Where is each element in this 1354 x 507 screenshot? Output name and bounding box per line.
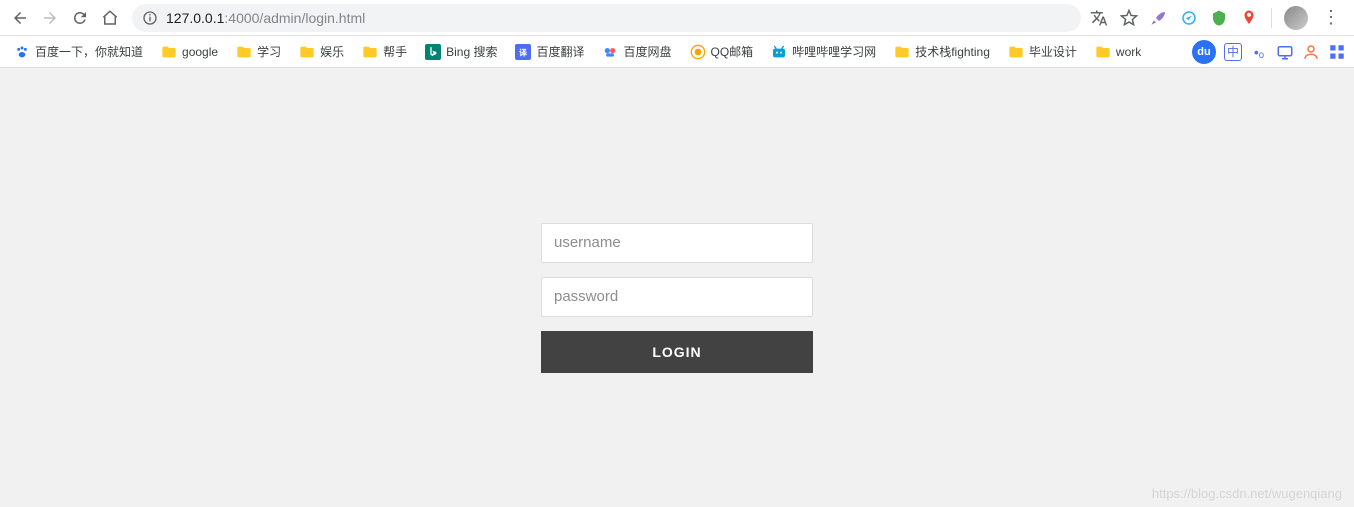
bookmark-tech[interactable]: 技术栈fighting xyxy=(888,40,996,63)
login-form: LOGIN xyxy=(541,223,813,373)
watermark-text: https://blog.csdn.net/wugenqiang xyxy=(1152,486,1342,501)
person-ext-icon[interactable] xyxy=(1302,43,1320,61)
zhong-icon[interactable]: 中 xyxy=(1224,43,1242,61)
star-icon[interactable] xyxy=(1119,8,1139,28)
bookmark-bing[interactable]: Bing 搜索 xyxy=(419,40,503,63)
baidu-translate-icon: 译 xyxy=(515,44,531,60)
bookmarks-bar: 百度一下，你就知道 google 学习 娱乐 帮手 Bing 搜索 译 百度翻译… xyxy=(0,36,1354,68)
bookmark-label: 哔哩哔哩学习网 xyxy=(792,43,876,60)
bilibili-icon xyxy=(771,44,787,60)
bookmarks-right: du 中 •ₒ xyxy=(1192,40,1346,64)
qqmail-icon xyxy=(690,44,706,60)
folder-icon xyxy=(1008,44,1024,60)
feather-ext-icon[interactable] xyxy=(1149,8,1169,28)
svg-text:译: 译 xyxy=(519,47,528,57)
baidu-pan-icon xyxy=(602,44,618,60)
login-button[interactable]: LOGIN xyxy=(541,331,813,373)
bookmark-google[interactable]: google xyxy=(155,41,224,63)
pin-ext-icon[interactable] xyxy=(1239,8,1259,28)
url-text: 127.0.0.1:4000/admin/login.html xyxy=(166,10,365,26)
bookmark-qqmail[interactable]: QQ邮箱 xyxy=(684,40,760,63)
back-button[interactable] xyxy=(6,4,34,32)
site-info-icon[interactable] xyxy=(142,10,158,26)
url-host: 127.0.0.1 xyxy=(166,10,224,26)
bookmark-label: QQ邮箱 xyxy=(711,43,754,60)
bookmark-baidu[interactable]: 百度一下，你就知道 xyxy=(8,40,149,63)
username-input[interactable] xyxy=(541,223,813,263)
bookmark-helper[interactable]: 帮手 xyxy=(356,40,413,63)
bing-icon xyxy=(425,44,441,60)
page-content: LOGIN https://blog.csdn.net/wugenqiang xyxy=(0,68,1354,507)
folder-icon xyxy=(161,44,177,60)
shield-ext-icon[interactable] xyxy=(1209,8,1229,28)
bookmark-baidu-translate[interactable]: 译 百度翻译 xyxy=(509,40,590,63)
bookmark-graduation[interactable]: 毕业设计 xyxy=(1002,40,1083,63)
bookmark-baidu-pan[interactable]: 百度网盘 xyxy=(596,40,677,63)
bookmark-entertainment[interactable]: 娱乐 xyxy=(293,40,350,63)
bookmark-label: 百度一下，你就知道 xyxy=(35,43,143,60)
bookmark-label: 学习 xyxy=(257,43,281,60)
dots-ext-icon[interactable]: •ₒ xyxy=(1250,43,1268,61)
bookmark-label: work xyxy=(1116,45,1141,59)
bookmark-bilibili[interactable]: 哔哩哔哩学习网 xyxy=(765,40,882,63)
sync-ext-icon[interactable] xyxy=(1179,8,1199,28)
grid-ext-icon[interactable] xyxy=(1328,43,1346,61)
bookmark-label: 百度网盘 xyxy=(623,43,671,60)
bookmark-label: google xyxy=(182,45,218,59)
browser-toolbar: 127.0.0.1:4000/admin/login.html ⋮ xyxy=(0,0,1354,36)
url-path: :4000/admin/login.html xyxy=(224,10,365,26)
toolbar-right: ⋮ xyxy=(1089,6,1348,30)
bookmark-label: 毕业设计 xyxy=(1029,43,1077,60)
separator xyxy=(1271,8,1272,28)
monitor-ext-icon[interactable] xyxy=(1276,43,1294,61)
folder-icon xyxy=(894,44,910,60)
folder-icon xyxy=(236,44,252,60)
profile-avatar[interactable] xyxy=(1284,6,1308,30)
browser-menu-button[interactable]: ⋮ xyxy=(1318,7,1344,28)
reload-button[interactable] xyxy=(66,4,94,32)
folder-icon xyxy=(362,44,378,60)
forward-button[interactable] xyxy=(36,4,64,32)
folder-icon xyxy=(1095,44,1111,60)
bookmark-study[interactable]: 学习 xyxy=(230,40,287,63)
bookmark-work[interactable]: work xyxy=(1089,41,1147,63)
translate-icon[interactable] xyxy=(1089,8,1109,28)
bookmark-label: Bing 搜索 xyxy=(446,43,497,60)
address-bar[interactable]: 127.0.0.1:4000/admin/login.html xyxy=(132,4,1081,32)
bookmark-label: 技术栈fighting xyxy=(915,43,990,60)
baidu-du-icon[interactable]: du xyxy=(1192,40,1216,64)
bookmark-label: 帮手 xyxy=(383,43,407,60)
bookmark-label: 娱乐 xyxy=(320,43,344,60)
bookmark-label: 百度翻译 xyxy=(536,43,584,60)
baidu-paw-icon xyxy=(14,44,30,60)
home-button[interactable] xyxy=(96,4,124,32)
folder-icon xyxy=(299,44,315,60)
password-input[interactable] xyxy=(541,277,813,317)
